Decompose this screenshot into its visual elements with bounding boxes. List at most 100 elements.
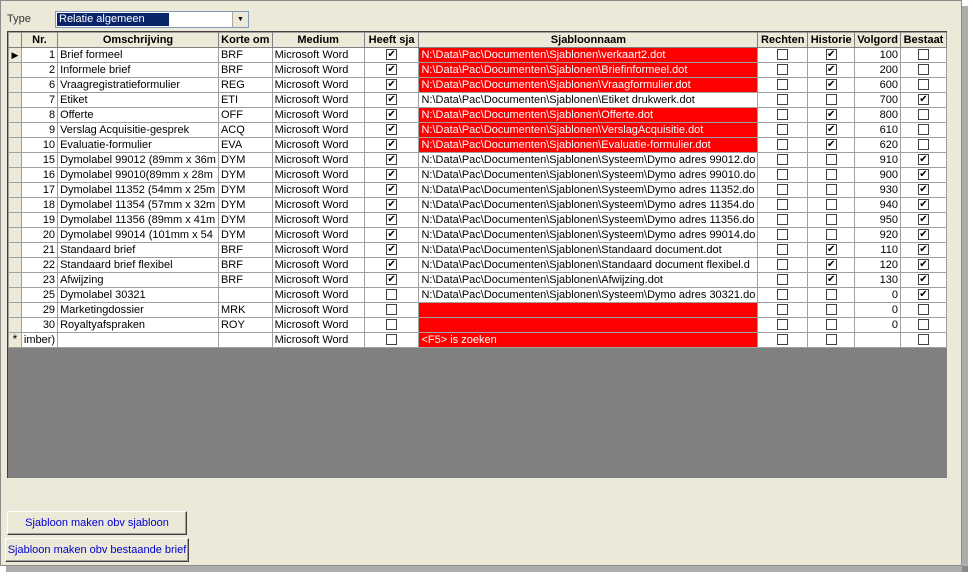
cell-nr[interactable]: 22 — [20, 257, 59, 273]
checkbox-checked[interactable]: ✔ — [386, 229, 398, 241]
cell-heeft-sjabloon[interactable] — [363, 317, 420, 333]
checkbox-checked[interactable]: ✔ — [825, 49, 837, 61]
row-selector[interactable] — [8, 272, 22, 288]
cell-nr[interactable]: 17 — [20, 182, 59, 198]
create-from-template-button[interactable]: Sjabloon maken obv sjabloon — [7, 511, 187, 535]
cell-bestaat[interactable]: ✔ — [899, 272, 947, 288]
cell-omschrijving[interactable]: Offerte — [57, 107, 219, 123]
checkbox-unchecked[interactable] — [825, 289, 837, 301]
cell-sjabloonnaam[interactable]: N:\Data\Pac\Documenten\Sjablonen\Systeem… — [418, 287, 759, 303]
cell-korte-omschrijving[interactable]: MRK — [217, 302, 273, 318]
checkbox-checked[interactable]: ✔ — [825, 79, 837, 91]
cell-medium[interactable]: Microsoft Word — [271, 92, 365, 108]
cell-volgorde[interactable]: 120 — [854, 257, 901, 273]
table-row[interactable]: 21 Standaard brief BRF Microsoft Word ✔ N:\Da… — [8, 242, 947, 258]
row-selector[interactable] — [8, 197, 22, 213]
checkbox-unchecked[interactable] — [777, 79, 789, 91]
cell-medium[interactable]: Microsoft Word — [271, 332, 365, 348]
cell-volgorde[interactable]: 110 — [854, 242, 901, 258]
checkbox-unchecked[interactable] — [825, 214, 837, 226]
cell-omschrijving[interactable] — [57, 332, 219, 348]
cell-historie[interactable]: ✔ — [807, 107, 856, 123]
cell-sjabloonnaam[interactable]: N:\Data\Pac\Documenten\Sjablonen\Briefin… — [418, 62, 759, 78]
checkbox-checked[interactable]: ✔ — [917, 154, 929, 166]
cell-volgorde[interactable]: 800 — [854, 107, 901, 123]
cell-korte-omschrijving[interactable] — [217, 332, 273, 348]
checkbox-unchecked[interactable] — [777, 109, 789, 121]
row-selector[interactable] — [8, 62, 22, 78]
table-row[interactable]: 7 Etiket ETI Microsoft Word ✔ N:\Data\Pac\Doc… — [8, 92, 947, 108]
cell-bestaat[interactable] — [899, 302, 947, 318]
cell-medium[interactable]: Microsoft Word — [271, 62, 365, 78]
cell-korte-omschrijving[interactable]: BRF — [217, 62, 273, 78]
row-selector[interactable]: * — [8, 332, 22, 348]
cell-medium[interactable]: Microsoft Word — [271, 212, 365, 228]
cell-bestaat[interactable]: ✔ — [899, 167, 947, 183]
cell-volgorde[interactable]: 940 — [854, 197, 901, 213]
cell-bestaat[interactable] — [899, 77, 947, 93]
cell-bestaat[interactable]: ✔ — [899, 242, 947, 258]
checkbox-unchecked[interactable] — [777, 244, 789, 256]
checkbox-unchecked[interactable] — [777, 169, 789, 181]
table-row[interactable]: 25 Dymolabel 30321 Microsoft Word N:\Data\P… — [8, 287, 947, 303]
cell-volgorde[interactable]: 200 — [854, 62, 901, 78]
cell-sjabloonnaam[interactable]: N:\Data\Pac\Documenten\Sjablonen\verkaar… — [418, 47, 759, 63]
cell-bestaat[interactable] — [899, 122, 947, 138]
create-from-letter-button[interactable]: Sjabloon maken obv bestaande brief — [5, 538, 189, 562]
table-row[interactable]: ▶ 1 Brief formeel BRF Microsoft Word ✔ N:\Data… — [8, 47, 947, 63]
cell-historie[interactable]: ✔ — [807, 257, 856, 273]
cell-rechten[interactable] — [757, 107, 809, 123]
checkbox-checked[interactable]: ✔ — [825, 244, 837, 256]
cell-omschrijving[interactable]: Vraagregistratieformulier — [57, 77, 219, 93]
cell-bestaat[interactable]: ✔ — [899, 92, 947, 108]
cell-rechten[interactable] — [757, 317, 809, 333]
column-header[interactable]: Rechten — [757, 32, 809, 48]
cell-korte-omschrijving[interactable]: DYM — [217, 152, 273, 168]
checkbox-unchecked[interactable] — [777, 154, 789, 166]
checkbox-unchecked[interactable] — [825, 199, 837, 211]
table-row[interactable]: 16 Dymolabel 99010(89mm x 28m DYM Microsoft… — [8, 167, 947, 183]
table-row[interactable]: 6 Vraagregistratieformulier REG Microsoft W… — [8, 77, 947, 93]
cell-nr[interactable]: imber) — [20, 332, 59, 348]
column-header[interactable]: Bestaat — [899, 32, 947, 48]
checkbox-checked[interactable]: ✔ — [386, 154, 398, 166]
cell-historie[interactable]: ✔ — [807, 242, 856, 258]
row-selector[interactable] — [8, 257, 22, 273]
checkbox-checked[interactable]: ✔ — [825, 274, 837, 286]
cell-heeft-sjabloon[interactable]: ✔ — [363, 167, 420, 183]
column-header[interactable]: Sjabloonnaam — [418, 32, 759, 48]
checkbox-checked[interactable]: ✔ — [917, 274, 929, 286]
checkbox-checked[interactable]: ✔ — [386, 244, 398, 256]
checkbox-unchecked[interactable] — [825, 154, 837, 166]
checkbox-unchecked[interactable] — [825, 319, 837, 331]
cell-historie[interactable] — [807, 182, 856, 198]
cell-korte-omschrijving[interactable]: DYM — [217, 167, 273, 183]
checkbox-checked[interactable]: ✔ — [917, 229, 929, 241]
cell-omschrijving[interactable]: Afwijzing — [57, 272, 219, 288]
checkbox-unchecked[interactable] — [777, 334, 789, 346]
row-selector[interactable] — [8, 92, 22, 108]
checkbox-checked[interactable]: ✔ — [825, 64, 837, 76]
cell-sjabloonnaam[interactable]: N:\Data\Pac\Documenten\Sjablonen\Standaa… — [418, 257, 759, 273]
row-selector[interactable] — [8, 107, 22, 123]
checkbox-unchecked[interactable] — [386, 319, 398, 331]
row-selector[interactable] — [8, 302, 22, 318]
cell-medium[interactable]: Microsoft Word — [271, 317, 365, 333]
checkbox-checked[interactable]: ✔ — [917, 244, 929, 256]
table-row[interactable]: 29 Marketingdossier MRK Microsoft Word 0 — [8, 302, 947, 318]
table-row[interactable]: 15 Dymolabel 99012 (89mm x 36m DYM Microsof… — [8, 152, 947, 168]
cell-volgorde[interactable]: 130 — [854, 272, 901, 288]
cell-rechten[interactable] — [757, 137, 809, 153]
table-row[interactable]: 23 Afwijzing BRF Microsoft Word ✔ N:\Data\Pac… — [8, 272, 947, 288]
table-row[interactable]: 30 Royaltyafspraken ROY Microsoft Word 0 — [8, 317, 947, 333]
cell-nr[interactable]: 9 — [20, 122, 59, 138]
checkbox-unchecked[interactable] — [777, 259, 789, 271]
cell-bestaat[interactable]: ✔ — [899, 182, 947, 198]
cell-heeft-sjabloon[interactable]: ✔ — [363, 137, 420, 153]
cell-omschrijving[interactable]: Standaard brief flexibel — [57, 257, 219, 273]
checkbox-checked[interactable]: ✔ — [917, 199, 929, 211]
cell-korte-omschrijving[interactable]: EVA — [217, 137, 273, 153]
cell-nr[interactable]: 7 — [20, 92, 59, 108]
cell-rechten[interactable] — [757, 122, 809, 138]
cell-volgorde[interactable]: 910 — [854, 152, 901, 168]
